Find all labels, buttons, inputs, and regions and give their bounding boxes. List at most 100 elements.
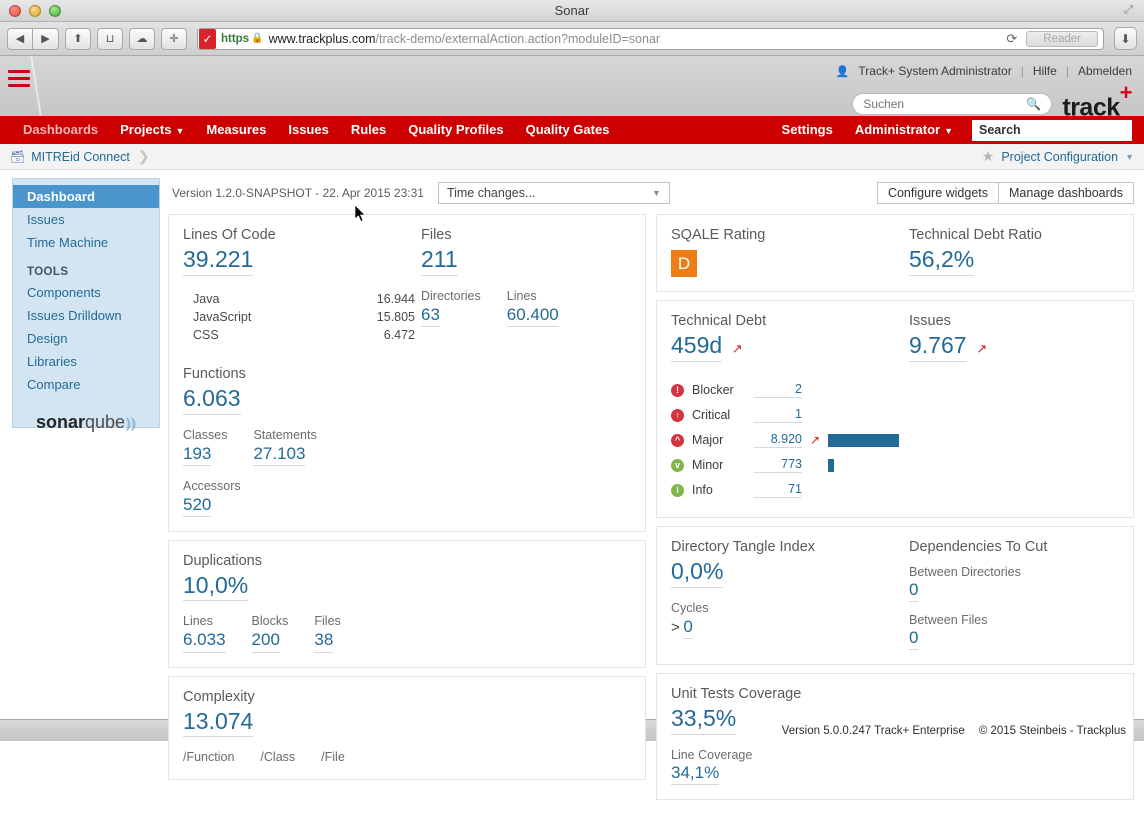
sidebar-item-label: Compare [27, 377, 80, 392]
nav-label: Issues [288, 122, 328, 137]
downloads-icon[interactable]: ⬇ [1114, 27, 1137, 50]
search-input[interactable] [863, 97, 1026, 111]
reader-button[interactable]: Reader [1026, 31, 1098, 47]
nav-item-measures[interactable]: Measures [195, 116, 277, 144]
url-host: www.trackplus.com [269, 32, 376, 46]
sidebar-item-label: Libraries [27, 354, 77, 369]
ssl-check-icon: ✓ [199, 29, 216, 49]
lines-of-code-value[interactable]: 39.221 [183, 245, 253, 276]
breadcrumb-project-link[interactable]: MITREid Connect [31, 150, 130, 164]
sidebar-item-time-machine[interactable]: Time Machine [13, 231, 159, 254]
cycles-value[interactable]: 0 [683, 616, 692, 639]
manage-dashboards-button[interactable]: Manage dashboards [999, 182, 1134, 204]
forward-arrow-icon[interactable]: ▶ [33, 28, 59, 50]
nav-item-quality-gates[interactable]: Quality Gates [515, 116, 621, 144]
chevron-down-icon[interactable]: ▼ [1125, 152, 1134, 162]
complexity-value[interactable]: 13.074 [183, 707, 253, 738]
functions-value[interactable]: 6.063 [183, 384, 241, 415]
blocker-icon: ! [671, 384, 684, 397]
severity-value[interactable]: 71 [754, 482, 802, 498]
widget-complexity: Complexity 13.074 /Function /Class /File [168, 676, 646, 781]
sidebar-item-issues[interactable]: Issues [13, 208, 159, 231]
current-user-label: Track+ System Administrator [858, 64, 1011, 78]
new-tab-icon[interactable]: ✛ [161, 28, 187, 50]
line-coverage-metric: Line Coverage 34,1% [671, 748, 1119, 785]
search-icon[interactable]: 🔍 [1026, 97, 1041, 111]
time-changes-select[interactable]: Time changes... ▼ [438, 182, 670, 204]
favorite-star-icon[interactable]: ★ [982, 148, 995, 165]
nav-button-group[interactable]: ◀ ▶ [7, 28, 59, 50]
cycles-prefix: > [671, 619, 680, 636]
complexity-title: Complexity [183, 689, 631, 705]
between-directories-value[interactable]: 0 [909, 579, 918, 602]
sidebar-item-compare[interactable]: Compare [13, 373, 159, 396]
address-bar[interactable]: ✓ https 🔒 www.trackplus.com /track-demo/… [197, 28, 1104, 50]
blocks-value[interactable]: 200 [252, 629, 280, 652]
unit-tests-coverage-title: Unit Tests Coverage [671, 686, 1119, 702]
url-path: /track-demo/externalAction.action?module… [376, 32, 661, 46]
configure-widgets-button[interactable]: Configure widgets [877, 182, 999, 204]
help-link[interactable]: Hilfe [1033, 64, 1057, 78]
statements-value[interactable]: 27.103 [253, 443, 305, 466]
files-title: Files [421, 227, 631, 243]
sidebar-item-dashboard[interactable]: Dashboard [13, 185, 159, 208]
reload-icon[interactable]: ⟳ [1001, 31, 1022, 47]
sidebar-item-libraries[interactable]: Libraries [13, 350, 159, 373]
nav-item-settings[interactable]: Settings [771, 116, 844, 144]
severity-value[interactable]: 8.920 [754, 432, 802, 448]
lines-value[interactable]: 6.033 [183, 629, 226, 652]
lines-value[interactable]: 60.400 [507, 304, 559, 327]
technical-debt-ratio-value[interactable]: 56,2% [909, 245, 974, 276]
unit-tests-coverage-value[interactable]: 33,5% [671, 704, 736, 735]
severity-name: Minor [692, 458, 754, 472]
severity-value[interactable]: 1 [754, 407, 802, 423]
sonarqube-logo-bold: sonar [36, 412, 85, 432]
sidebar-item-issues-drilldown[interactable]: Issues Drilldown [13, 304, 159, 327]
nav-item-rules[interactable]: Rules [340, 116, 397, 144]
table-row: JavaScript 15.805 [183, 308, 421, 326]
footer-copyright: © 2015 Steinbeis - Trackplus [979, 725, 1126, 737]
duplications-title: Duplications [183, 553, 631, 569]
nav-item-projects[interactable]: Projects▼ [109, 116, 195, 145]
sidebar-item-components[interactable]: Components [13, 281, 159, 304]
nav-item-issues[interactable]: Issues [277, 116, 339, 144]
add-bookmark-icon[interactable]: ⊔ [97, 28, 123, 50]
sonar-search-input[interactable]: Search [972, 120, 1132, 141]
nav-item-dashboards[interactable]: Dashboards [12, 116, 109, 144]
trackplus-search-box[interactable]: 🔍 [852, 93, 1052, 115]
files-value[interactable]: 38 [314, 629, 333, 652]
fullscreen-icon[interactable]: ⤢ [1124, 4, 1136, 16]
technical-debt-value[interactable]: 459d [671, 331, 722, 362]
url-scheme-label: https [221, 33, 249, 45]
language-name: JavaScript [183, 308, 327, 326]
share-icon[interactable]: ⬆ [65, 28, 91, 50]
back-arrow-icon[interactable]: ◀ [7, 28, 33, 50]
project-configuration-link[interactable]: Project Configuration [1001, 150, 1118, 164]
sidebar-item-design[interactable]: Design [13, 327, 159, 350]
divider: | [1021, 64, 1024, 78]
icloud-tabs-icon[interactable]: ☁ [129, 28, 155, 50]
widget-column-left: Lines Of Code 39.221 Java 16.944 JavaScr… [168, 214, 646, 808]
classes-value[interactable]: 193 [183, 443, 211, 466]
duplications-value[interactable]: 10,0% [183, 571, 248, 602]
severity-value[interactable]: 2 [754, 382, 802, 398]
status-badge[interactable]: D [671, 250, 697, 277]
accessors-value[interactable]: 520 [183, 494, 211, 517]
between-files-value[interactable]: 0 [909, 627, 918, 650]
technical-debt-ratio-title: Technical Debt Ratio [909, 227, 1119, 243]
chevron-right-icon: ❯ [138, 148, 150, 165]
language-name: CSS [183, 326, 327, 344]
logout-link[interactable]: Abmelden [1078, 64, 1132, 78]
files-value[interactable]: 211 [421, 245, 458, 276]
severity-value[interactable]: 773 [754, 457, 802, 473]
menu-hamburger-icon[interactable] [8, 70, 30, 91]
line-coverage-value[interactable]: 34,1% [671, 762, 719, 785]
sonarqube-logo: sonarqube⦆⦆ [13, 412, 159, 433]
wifi-waves-icon: ⦆⦆ [126, 415, 136, 432]
nav-item-quality-profiles[interactable]: Quality Profiles [397, 116, 514, 144]
page-body: Dashboard Issues Time Machine TOOLS Comp… [0, 170, 1144, 719]
issues-value[interactable]: 9.767 [909, 331, 967, 362]
directory-tangle-index-value[interactable]: 0,0% [671, 557, 723, 588]
directories-value[interactable]: 63 [421, 304, 440, 327]
browser-titlebar: Sonar ⤢ [0, 0, 1144, 22]
